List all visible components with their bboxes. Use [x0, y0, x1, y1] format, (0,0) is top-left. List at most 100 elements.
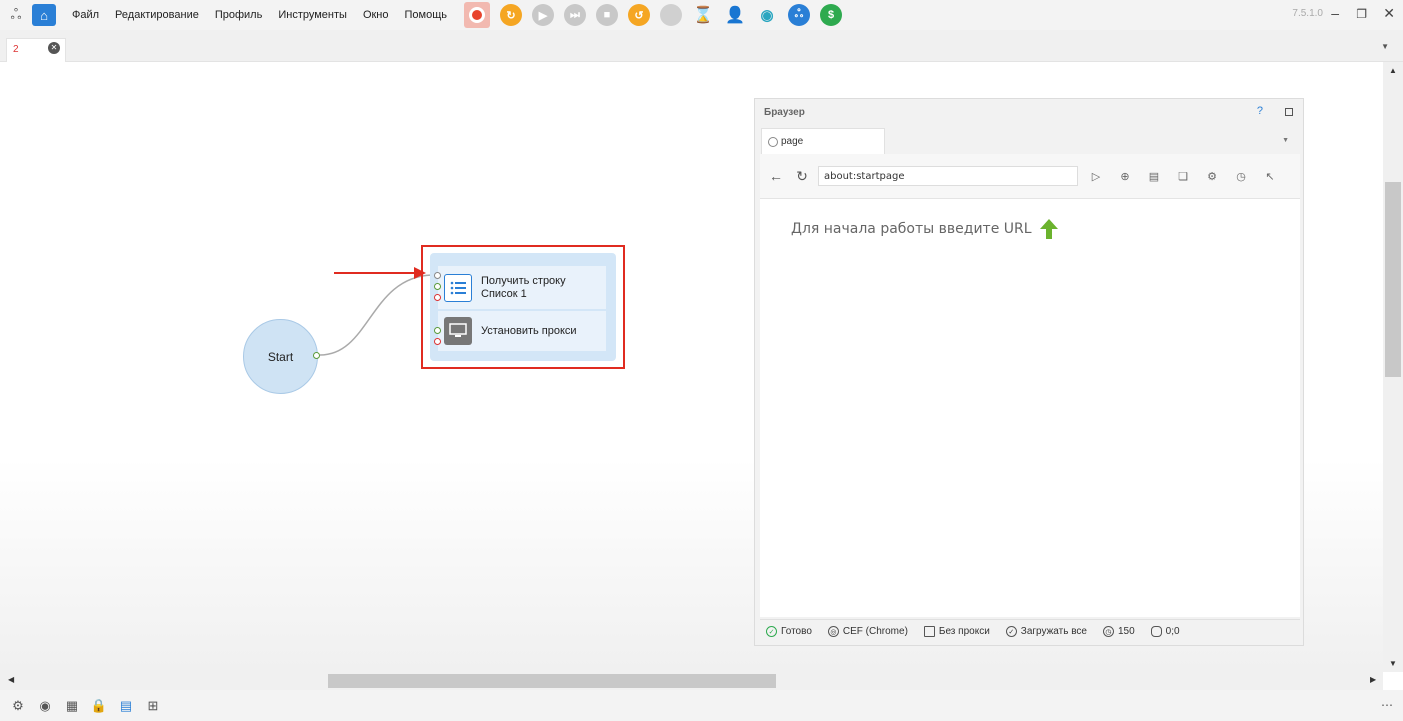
more-icon[interactable]: ⋯: [1381, 698, 1393, 712]
action-subtitle: Список 1: [481, 287, 527, 300]
chrome-icon: ◎: [827, 626, 839, 637]
back-icon[interactable]: ←: [766, 166, 786, 186]
undo-icon[interactable]: ↺: [628, 4, 650, 26]
clock-icon: ◷: [1102, 626, 1114, 637]
action-label: Получить строку Список 1: [481, 275, 566, 301]
menu-file[interactable]: Файл: [64, 9, 107, 21]
status-proxy[interactable]: Без прокси: [923, 626, 990, 637]
lock-icon[interactable]: 🔒: [90, 697, 108, 715]
status-engine[interactable]: ◎ CEF (Chrome): [827, 626, 908, 637]
check-icon: ✓: [766, 626, 777, 637]
add-block-icon[interactable]: ⊞: [144, 697, 162, 715]
home-button[interactable]: ⌂: [32, 4, 56, 26]
arrow-up-icon: [1039, 219, 1058, 239]
timer-icon[interactable]: ◷: [1233, 168, 1249, 184]
project-canvas[interactable]: Start Получить строку Список 1 Установит…: [0, 62, 1383, 672]
bottom-bar: ⚙ ◉ ▦ 🔒 ▤ ⊞ ⋯: [0, 690, 1403, 721]
gear-icon[interactable]: ⚙: [9, 697, 27, 715]
tab-document[interactable]: 2 ✕: [6, 38, 66, 62]
action-title: Установить прокси: [481, 324, 577, 337]
globe-icon: [768, 136, 778, 147]
record-icon[interactable]: [464, 2, 490, 28]
user-icon[interactable]: 👤: [724, 4, 746, 26]
eye-icon[interactable]: ◉: [756, 4, 778, 26]
success-port[interactable]: [434, 327, 441, 334]
dollar-icon[interactable]: $: [820, 4, 842, 26]
stop-icon[interactable]: ■: [596, 4, 618, 26]
start-hint: Для начала работы введите URL: [791, 219, 1058, 239]
start-node[interactable]: Start: [243, 319, 318, 394]
success-port[interactable]: [434, 283, 441, 290]
app-logo-icon[interactable]: ஃ: [4, 3, 28, 27]
refresh-icon[interactable]: ↻: [500, 4, 522, 26]
status-load[interactable]: ✓ Загружать все: [1005, 626, 1087, 637]
start-label: Start: [267, 349, 294, 364]
tab-close-icon[interactable]: ✕: [48, 42, 60, 54]
go-icon[interactable]: ▷: [1088, 168, 1104, 184]
minimize-icon[interactable]: –: [1331, 5, 1339, 21]
scroll-up-icon[interactable]: ▲: [1389, 66, 1397, 75]
menu-tools[interactable]: Инструменты: [270, 9, 355, 21]
action-get-string[interactable]: Получить строку Список 1: [438, 266, 606, 309]
add-icon[interactable]: ⊕: [1117, 168, 1133, 184]
status-coords: 0;0: [1150, 626, 1180, 637]
restore-icon[interactable]: ❐: [1356, 7, 1367, 21]
chevron-down-icon[interactable]: ▼: [1381, 42, 1389, 51]
copy-icon[interactable]: ❏: [1175, 168, 1191, 184]
maximize-icon[interactable]: [1285, 108, 1293, 116]
error-port[interactable]: [434, 294, 441, 301]
status-ready: ✓ Готово: [766, 626, 812, 637]
start-output-port[interactable]: [313, 352, 320, 359]
horizontal-scrollbar[interactable]: ◀ ▶: [0, 672, 1383, 690]
scroll-thumb[interactable]: [1385, 182, 1401, 377]
status-timer-text: 150: [1117, 626, 1135, 637]
profile-icon[interactable]: ◉: [36, 697, 54, 715]
help-button[interactable]: ?: [1257, 105, 1263, 117]
step-icon[interactable]: ⏭: [564, 4, 586, 26]
browser-status-bar: ✓ Готово ◎ CEF (Chrome) Без прокси ✓ Загруж…: [760, 619, 1300, 643]
version-label: 7.5.1.0: [1292, 8, 1323, 19]
action-set-proxy[interactable]: Установить прокси: [438, 311, 606, 351]
grid-icon[interactable]: ▦: [63, 697, 81, 715]
browser-content[interactable]: Для начала работы введите URL: [760, 199, 1300, 617]
list-view-icon[interactable]: ▤: [117, 697, 135, 715]
mouse-icon: [1150, 626, 1162, 637]
circle-icon[interactable]: [660, 4, 682, 26]
vertical-scrollbar[interactable]: ▲ ▼: [1383, 62, 1403, 672]
action-title: Получить строку: [481, 274, 566, 287]
play-icon[interactable]: ▶: [532, 4, 554, 26]
close-icon[interactable]: ✕: [1383, 5, 1395, 22]
list-icon: [444, 273, 472, 302]
menu-help[interactable]: Помощь: [397, 9, 456, 21]
tab-number: 2: [13, 44, 19, 55]
status-coords-text: 0;0: [1165, 626, 1180, 637]
menu-window[interactable]: Окно: [355, 9, 397, 21]
browser-title: Браузер: [764, 107, 805, 118]
tab-label: page: [781, 136, 804, 147]
hourglass-icon[interactable]: ⌛: [692, 4, 714, 26]
reload-icon[interactable]: ↻: [792, 166, 812, 186]
status-load-text: Загружать все: [1020, 626, 1087, 637]
error-port[interactable]: [434, 338, 441, 345]
chevron-down-icon[interactable]: ▼: [1282, 137, 1289, 144]
settings-icon[interactable]: ⚙: [1204, 168, 1220, 184]
cursor-icon[interactable]: ↖: [1262, 168, 1278, 184]
browser-nav-bar: ← ↻ about:startpage ▷ ⊕ ▤ ❏ ⚙ ◷ ↖: [760, 154, 1300, 199]
check-icon: ✓: [1005, 626, 1017, 637]
status-timer[interactable]: ◷ 150: [1102, 626, 1135, 637]
scroll-left-icon[interactable]: ◀: [8, 675, 14, 684]
connection-line: [319, 274, 433, 356]
input-port[interactable]: [434, 272, 441, 279]
scroll-thumb[interactable]: [328, 674, 776, 688]
scroll-down-icon[interactable]: ▼: [1389, 659, 1397, 668]
browser-tab[interactable]: page: [761, 128, 885, 154]
page-icon[interactable]: ▤: [1146, 168, 1162, 184]
menu-profile[interactable]: Профиль: [207, 9, 271, 21]
url-input[interactable]: about:startpage: [818, 166, 1078, 186]
scroll-right-icon[interactable]: ▶: [1370, 675, 1376, 684]
hint-text: Для начала работы введите URL: [791, 221, 1032, 237]
menu-edit[interactable]: Редактирование: [107, 9, 207, 21]
share-icon[interactable]: ஃ: [788, 4, 810, 26]
monitor-icon: [923, 626, 935, 637]
status-ready-text: Готово: [781, 626, 812, 637]
